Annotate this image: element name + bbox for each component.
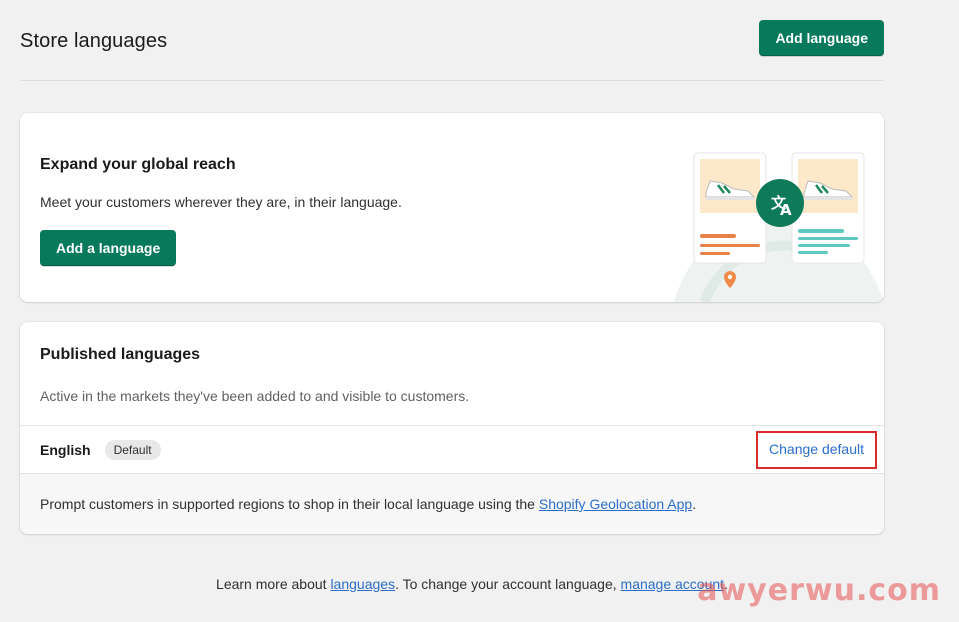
geolocation-prompt: Prompt customers in supported regions to…: [20, 474, 884, 534]
page-header: Store languages Add language: [20, 0, 884, 81]
product-card-left: [693, 152, 767, 264]
page-title: Store languages: [20, 29, 168, 52]
change-default-link[interactable]: Change default: [756, 430, 877, 469]
languages-help-link[interactable]: languages: [330, 576, 395, 592]
global-reach-card: Expand your global reach Meet your custo…: [20, 113, 884, 302]
translate-icon: 文 A: [756, 179, 804, 227]
language-name: English: [40, 441, 91, 458]
footer-prefix: Learn more about: [216, 576, 331, 592]
geolocation-app-link[interactable]: Shopify Geolocation App: [539, 496, 692, 512]
global-reach-illustration: 文 A: [674, 152, 884, 302]
promo-title: Expand your global reach: [40, 156, 236, 173]
published-languages-title: Published languages: [40, 346, 201, 363]
default-badge: Default: [104, 439, 161, 460]
store-languages-page: Store languages Add language Expand your…: [20, 0, 884, 592]
svg-text:A: A: [780, 201, 792, 219]
published-languages-card: Published languages Active in the market…: [20, 322, 884, 534]
footer-middle: . To change your account language,: [395, 576, 621, 592]
add-language-button[interactable]: Add language: [759, 20, 884, 56]
published-languages-subtitle: Active in the markets they've been added…: [40, 388, 470, 404]
geo-prompt-suffix: .: [692, 496, 697, 512]
promo-body: Meet your customers wherever they are, i…: [40, 194, 402, 210]
language-row: English Default Change default: [20, 426, 884, 474]
geo-prompt-text: Prompt customers in supported regions to…: [40, 496, 539, 512]
add-a-language-button[interactable]: Add a language: [40, 230, 177, 266]
site-watermark: awyerwu.com: [697, 573, 941, 608]
